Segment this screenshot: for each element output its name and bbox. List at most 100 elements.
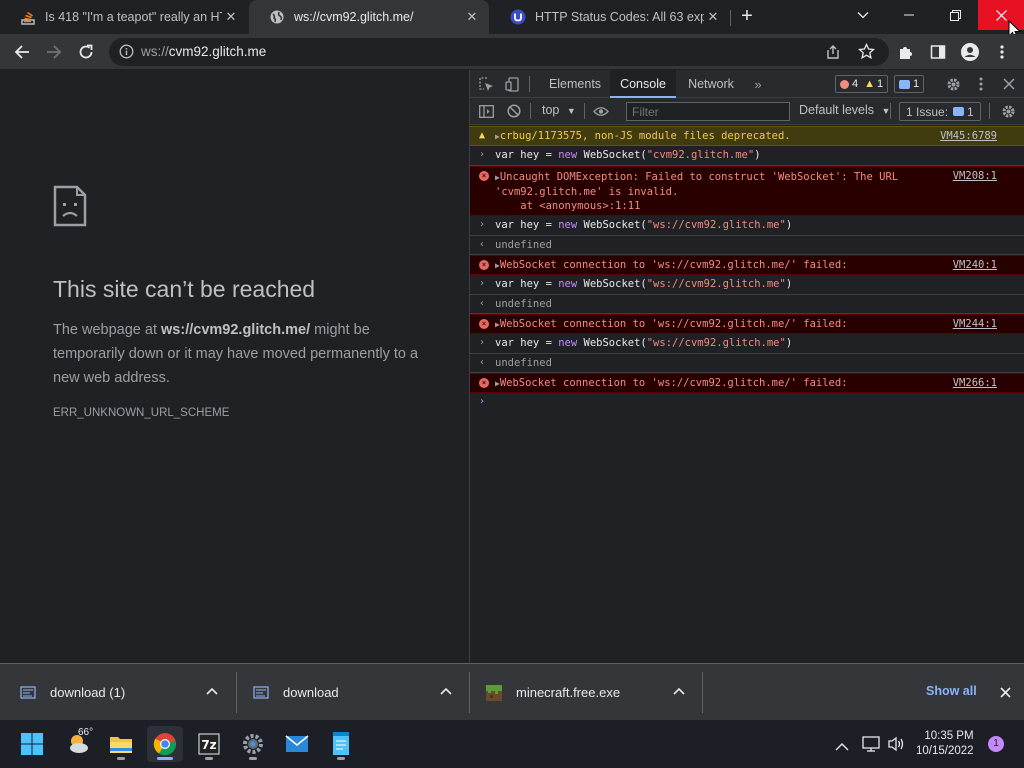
inspect-element-icon[interactable] <box>478 76 494 92</box>
source-link[interactable]: VM266:1 <box>953 377 997 389</box>
close-tab-icon[interactable]: ✕ <box>704 8 722 26</box>
taskbar-mail[interactable] <box>279 726 315 762</box>
minecraft-block-icon <box>486 684 502 701</box>
back-arrow-icon[interactable] <box>12 42 32 62</box>
browser-toolbar: ws://cvm92.glitch.me <box>0 34 1024 70</box>
console-error-row[interactable]: × ▶WebSocket connection to 'ws://cvm92.g… <box>470 373 1024 393</box>
tab-http-status[interactable]: HTTP Status Codes: All 63 explain ✕ <box>490 0 730 34</box>
code-text: ) <box>785 278 793 290</box>
notification-badge[interactable]: 1 <box>988 736 1004 752</box>
show-all-downloads-link[interactable]: Show all <box>926 684 977 698</box>
tab-title: Is 418 "I'm a teapot" really an HT <box>45 10 222 24</box>
new-tab-button[interactable]: + <box>737 6 757 27</box>
tab-teapot[interactable]: Is 418 "I'm a teapot" really an HT ✕ <box>0 0 248 34</box>
devtools-menu-icon[interactable] <box>973 76 989 92</box>
close-devtools-icon[interactable] <box>1001 76 1017 92</box>
error-count-icon <box>840 79 849 89</box>
source-link[interactable]: VM45:6789 <box>940 130 997 142</box>
chevron-up-icon[interactable] <box>440 684 452 698</box>
console-output-row: ‹ undefined <box>470 295 1024 314</box>
issue-counters[interactable]: 4 ▲ 1 <box>835 75 889 93</box>
settings-gear-icon <box>243 734 263 754</box>
share-icon[interactable] <box>825 44 841 65</box>
chrome-menu-icon[interactable] <box>992 42 1012 62</box>
download-item[interactable]: download (1) <box>20 664 125 721</box>
device-toolbar-icon[interactable] <box>504 76 520 92</box>
tab-title: HTTP Status Codes: All 63 explain <box>535 10 704 24</box>
console-settings-gear-icon[interactable] <box>1000 103 1016 119</box>
taskbar-7zip[interactable]: 7z <box>191 726 227 762</box>
download-item[interactable]: download <box>253 664 339 721</box>
globe-icon <box>269 9 285 25</box>
error-code: ERR_UNKNOWN_URL_SCHEME <box>53 407 230 419</box>
tray-overflow-chevron-icon[interactable] <box>835 738 849 756</box>
side-panel-icon[interactable] <box>928 42 948 62</box>
console-filter-input[interactable] <box>626 102 790 121</box>
code-string: "ws://cvm92.glitch.me" <box>646 219 786 231</box>
live-expression-eye-icon[interactable] <box>592 103 610 119</box>
log-levels-value: Default levels <box>799 103 875 117</box>
console-prompt[interactable]: › <box>470 393 1024 415</box>
prompt-chevron-icon: › <box>479 396 486 407</box>
code-text: var hey = <box>495 278 559 290</box>
taskbar-chrome[interactable] <box>147 726 183 762</box>
issue-message-icon <box>953 107 965 116</box>
start-button[interactable] <box>14 726 50 762</box>
taskbar-clock[interactable]: 10:35 PM 10/15/2022 <box>916 729 974 759</box>
weather-widget[interactable]: 66° <box>58 726 98 762</box>
close-shelf-icon[interactable] <box>1000 685 1011 703</box>
devtools-tab-elements[interactable]: Elements <box>540 70 610 98</box>
issues-label: 1 Issue: <box>906 104 949 119</box>
desc-url: ws://cvm92.glitch.me/ <box>161 322 311 338</box>
windows-taskbar: 66° 7z 10:35 PM 10/15/2022 1 <box>0 720 1024 768</box>
info-icon[interactable] <box>119 44 134 64</box>
console-result: undefined <box>495 239 552 251</box>
network-icon[interactable] <box>862 736 880 757</box>
source-link[interactable]: VM244:1 <box>953 318 997 330</box>
console-warning-row[interactable]: ▲ ▶crbug/1173575, non-JS module files de… <box>470 126 1024 146</box>
extensions-puzzle-icon[interactable] <box>896 42 916 62</box>
tab-search-icon[interactable] <box>840 0 886 30</box>
profile-avatar-icon[interactable] <box>960 42 980 62</box>
close-tab-icon[interactable]: ✕ <box>463 8 481 26</box>
error-count: 4 <box>852 78 859 90</box>
toolbar-divider <box>890 103 891 119</box>
chevron-up-icon[interactable] <box>673 684 685 698</box>
volume-icon[interactable] <box>887 736 905 757</box>
devtools-tab-network[interactable]: Network <box>676 70 746 98</box>
forward-arrow-icon[interactable] <box>44 42 64 62</box>
tab-ws-glitch[interactable]: ws://cvm92.glitch.me/ ✕ <box>249 0 489 34</box>
address-bar[interactable]: ws://cvm92.glitch.me <box>109 38 889 66</box>
console-error-row[interactable]: × ▶WebSocket connection to 'ws://cvm92.g… <box>470 314 1024 334</box>
download-separator <box>236 672 237 713</box>
message-count: 1 <box>913 78 920 90</box>
clear-console-icon[interactable] <box>506 103 522 119</box>
download-separator <box>469 672 470 713</box>
download-item[interactable]: minecraft.free.exe <box>486 664 620 721</box>
input-chevron-icon: › <box>479 219 486 230</box>
console-error-row[interactable]: × ▶Uncaught DOMException: Failed to cons… <box>470 166 1024 216</box>
devtools-tab-console[interactable]: Console <box>610 70 676 98</box>
message-counter[interactable]: 1 <box>894 75 925 93</box>
taskbar-settings[interactable] <box>235 726 271 762</box>
log-levels-dropdown[interactable]: Default levels ▼ <box>799 103 890 117</box>
close-tab-icon[interactable]: ✕ <box>222 8 240 26</box>
minimize-button[interactable] <box>886 0 932 30</box>
notepad-icon <box>333 732 349 755</box>
source-link[interactable]: VM240:1 <box>953 259 997 271</box>
restore-button[interactable] <box>932 0 978 30</box>
settings-gear-icon[interactable] <box>945 76 961 92</box>
issues-button[interactable]: 1 Issue: 1 <box>899 102 981 121</box>
source-link[interactable]: VM208:1 <box>953 170 997 182</box>
console-error-row[interactable]: × ▶WebSocket connection to 'ws://cvm92.g… <box>470 255 1024 275</box>
chevron-up-icon[interactable] <box>206 684 218 698</box>
console-result: undefined <box>495 298 552 310</box>
context-selector[interactable]: top ▼ <box>542 103 576 117</box>
sad-page-icon <box>53 185 87 227</box>
taskbar-notepad[interactable] <box>323 726 359 762</box>
more-tabs-chevron-icon[interactable]: » <box>750 76 766 92</box>
sidebar-toggle-icon[interactable] <box>478 103 494 119</box>
taskbar-file-explorer[interactable] <box>103 726 139 762</box>
bookmark-star-icon[interactable] <box>857 42 876 65</box>
reload-icon[interactable] <box>76 42 96 62</box>
